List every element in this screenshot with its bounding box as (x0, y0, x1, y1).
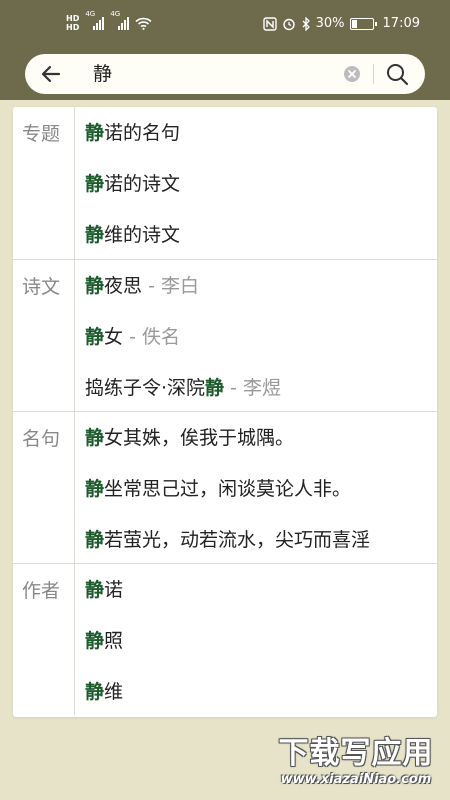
network-type-2: 4G (110, 10, 121, 18)
result-text: 诺 (104, 579, 124, 601)
highlight-text: 静 (85, 579, 105, 601)
section-separator (74, 412, 75, 563)
result-text: 女其姝，俟我于城隅。 (104, 427, 295, 449)
watermark-title: 下载写应用 (278, 736, 434, 771)
highlight-text: 静 (85, 326, 105, 348)
search-input[interactable]: 静 (93, 54, 112, 94)
top-bar: HD HD 4G 4G 30% 17:09 静 (0, 0, 450, 100)
section-topic: 专题 静诺的名句 静诺的诗文 静维的诗文 (13, 107, 437, 259)
section-label: 诗文 (22, 276, 61, 298)
status-bar: HD HD 4G 4G 30% 17:09 (0, 0, 450, 50)
result-text: 诺的诗文 (104, 173, 181, 195)
nfc-icon (262, 17, 277, 31)
highlight-text: 静 (85, 630, 105, 652)
result-item[interactable]: 静女 - 佚名 (85, 312, 180, 362)
result-text: 维的诗文 (104, 224, 181, 246)
result-item[interactable]: 捣练子令·深院静 - 李煜 (85, 363, 281, 413)
section-poem: 诗文 静夜思 - 李白 静女 - 佚名 捣练子令·深院静 - 李煜 (13, 259, 437, 411)
author-text: - 李白 (142, 275, 199, 297)
result-text: 维 (104, 681, 124, 703)
highlight-text: 静 (85, 478, 105, 500)
result-text: 捣练子令·深院 (85, 377, 206, 399)
highlight-text: 静 (85, 681, 105, 703)
highlight-text: 静 (85, 529, 105, 551)
result-text: 诺的名句 (104, 122, 181, 144)
result-item[interactable]: 静坐常思己过，闲谈莫论人非。 (85, 464, 351, 514)
watermark-url: www.xiazaiNiao.com (280, 772, 432, 787)
author-text: - 佚名 (123, 326, 180, 348)
hd-top: HD (66, 14, 80, 23)
result-item[interactable]: 静若萤光，动若流水，尖巧而喜淫 (85, 515, 370, 565)
section-quote: 名句 静女其姝，俟我于城隅。 静坐常思己过，闲谈莫论人非。 静若萤光，动若流水，尖巧而… (13, 411, 437, 563)
result-item[interactable]: 静维 (85, 667, 123, 717)
result-text: 坐常思己过，闲谈莫论人非。 (104, 478, 352, 500)
alarm-icon (282, 18, 295, 31)
section-separator (74, 564, 75, 715)
back-arrow-icon[interactable] (39, 62, 63, 86)
clear-icon[interactable] (343, 65, 361, 83)
result-text: 照 (104, 630, 124, 652)
hd-bottom: HD (66, 23, 80, 32)
section-label: 专题 (22, 123, 61, 145)
author-text: - 李煜 (224, 377, 281, 399)
result-item[interactable]: 静诺 (85, 565, 123, 615)
section-label: 名句 (22, 428, 61, 450)
highlight-text: 静 (85, 224, 105, 246)
bluetooth-icon (302, 17, 310, 31)
result-text: 女 (104, 326, 124, 348)
section-label: 作者 (22, 580, 61, 602)
section-author: 作者 静诺 静照 静维 (13, 563, 437, 715)
result-item[interactable]: 静夜思 - 李白 (85, 261, 199, 311)
section-separator (74, 107, 75, 259)
highlight-text: 静 (85, 173, 105, 195)
network-type-1: 4G (85, 10, 96, 18)
highlight-text: 静 (85, 122, 105, 144)
result-text: 夜思 (104, 275, 143, 297)
section-separator (74, 260, 75, 411)
result-item[interactable]: 静女其姝，俟我于城隅。 (85, 413, 294, 463)
signal-icon-2: 4G (110, 10, 130, 30)
search-bar: 静 (25, 54, 425, 94)
results-card: 专题 静诺的名句 静诺的诗文 静维的诗文 诗文 静夜思 - 李白 静女 - 佚名 捣练子令·深… (13, 107, 437, 717)
wifi-icon (135, 17, 152, 30)
result-text: 若萤光，动若流水，尖巧而喜淫 (104, 529, 371, 551)
clock: 17:09 (382, 16, 420, 31)
result-item[interactable]: 静诺的名句 (85, 108, 180, 158)
result-item[interactable]: 静诺的诗文 (85, 159, 180, 209)
search-icon[interactable] (385, 62, 409, 86)
signal-icon: 4G (85, 10, 105, 30)
result-item[interactable]: 静维的诗文 (85, 210, 180, 260)
battery-level (351, 20, 358, 28)
highlight-text: 静 (205, 377, 225, 399)
battery-icon (349, 18, 377, 30)
result-item[interactable]: 静照 (85, 616, 123, 666)
search-divider (373, 64, 374, 84)
highlight-text: 静 (85, 427, 105, 449)
hd-indicator: HD HD (66, 14, 79, 32)
watermark: 下载写应用 www.xiazaiNiao.com (266, 736, 446, 796)
status-right: 30% 17:09 (262, 16, 420, 32)
highlight-text: 静 (85, 275, 105, 297)
battery-percent: 30% (315, 16, 345, 31)
status-left: HD HD 4G 4G (66, 10, 152, 32)
